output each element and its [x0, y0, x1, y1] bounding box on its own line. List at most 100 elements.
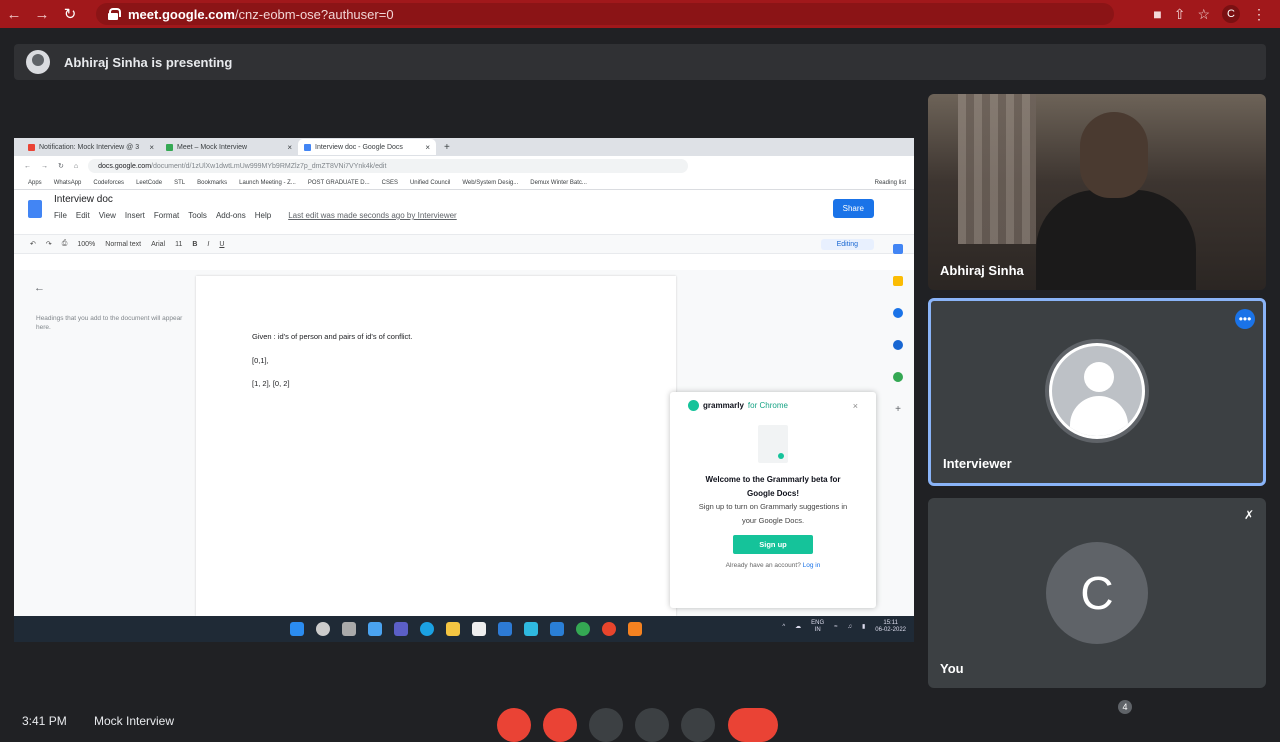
language-indicator: ENG IN	[811, 620, 824, 634]
doc-page: Given : id's of person and pairs of id's…	[196, 276, 676, 616]
close-icon: ×	[149, 142, 154, 152]
last-edit-text: Last edit was made seconds ago by Interv…	[288, 211, 457, 220]
tab-label: Meet – Mock Interview	[177, 143, 248, 151]
tasks-icon	[893, 308, 903, 318]
lang-text: ENG	[811, 620, 825, 626]
close-icon: ×	[425, 142, 430, 152]
home-icon: ⌂	[73, 162, 79, 170]
share-icon[interactable]: ⇧	[1174, 6, 1186, 23]
address-bar[interactable]: meet.google.com/cnz-eobm-ose?authuser=0	[96, 3, 1114, 25]
grammarly-login: Already have an account? Log in	[670, 562, 876, 569]
sublime-icon	[628, 622, 642, 636]
participant-tile-you[interactable]: ✗ C You	[928, 498, 1266, 688]
doc-toolbar: ↶ ↷ ⎙ 100% Normal text Arial 11 B I U Ed…	[14, 234, 914, 254]
present-button[interactable]	[635, 708, 669, 742]
shared-url-path: /document/d/1zUlXw1dwtLmUw999MYb9RMZlz7p…	[151, 162, 387, 170]
doc-menu: File Edit View Insert Format Tools Add-o…	[54, 211, 457, 220]
outline-back-icon: ←	[34, 282, 45, 294]
doc-line: [1, 2], [0, 2]	[252, 379, 290, 388]
edge-icon	[420, 622, 434, 636]
keep-icon	[893, 276, 903, 286]
print-icon: ⎙	[61, 240, 68, 247]
participant-name: You	[940, 661, 964, 676]
region-text: IN	[814, 627, 821, 634]
tab-label: Notification: Mock Interview @ 3	[39, 143, 140, 151]
doc-line: [0,1],	[252, 356, 269, 365]
teams-icon	[394, 622, 408, 636]
bookmark: LeetCode	[136, 179, 163, 186]
undo-icon: ↶	[30, 241, 36, 248]
bold-icon: B	[192, 240, 198, 248]
editing-mode: Editing	[820, 238, 874, 250]
docs-logo-icon	[28, 200, 42, 218]
menu-icon[interactable]: ⋮	[1252, 6, 1266, 23]
leave-call-button[interactable]	[728, 708, 778, 742]
windows-taskbar: ^ ☁ ENG IN ≈ ♫ ▮ 15:11 06-02-2022	[14, 616, 914, 642]
login-link: Log in	[802, 562, 821, 570]
mail-icon	[498, 622, 512, 636]
document-icon	[758, 425, 788, 463]
forward-icon[interactable]: →	[28, 6, 56, 23]
more-options-button[interactable]	[681, 708, 715, 742]
search-icon	[316, 622, 330, 636]
calendar-icon	[893, 244, 903, 254]
tab-label: Interview doc - Google Docs	[315, 143, 403, 151]
docs-side-rail: +	[890, 244, 906, 415]
bookmark: CSES	[381, 179, 398, 186]
app-icon	[524, 622, 538, 636]
taskbar-icons	[290, 622, 642, 636]
presenting-text: Abhiraj Sinha is presenting	[64, 54, 233, 70]
presenter-avatar	[26, 50, 50, 74]
font-select: Arial	[151, 240, 166, 248]
more-options-button[interactable]: •••	[1235, 309, 1255, 329]
back-icon[interactable]: ←	[0, 6, 28, 23]
doc-menu-item: File	[54, 211, 67, 220]
profile-avatar[interactable]: C	[1222, 5, 1240, 23]
shared-tab: Meet – Mock Interview ×	[160, 139, 298, 155]
participant-video	[1036, 190, 1196, 290]
url-path: /cnz-eobm-ose?authuser=0	[234, 6, 394, 22]
system-tray: ^ ☁ ENG IN ≈ ♫ ▮ 15:11 06-02-2022	[782, 620, 906, 634]
grammarly-popup: grammarly for Chrome × Welcome to the Gr…	[670, 392, 876, 608]
participant-name: Interviewer	[943, 456, 1012, 471]
camera-icon[interactable]: ■	[1153, 6, 1161, 22]
captions-button[interactable]	[589, 708, 623, 742]
vscode-icon	[550, 622, 564, 636]
bookmark: Codeforces	[93, 179, 125, 186]
participant-tile-interviewer[interactable]: ••• Interviewer	[928, 298, 1266, 486]
bookmark: Launch Meeting - Z...	[239, 179, 296, 186]
mic-toggle-button[interactable]	[497, 708, 531, 742]
camera-toggle-button[interactable]	[543, 708, 577, 742]
shared-address-row: ← → ↻ ⌂ docs.google.com/document/d/1zUlX…	[14, 156, 914, 176]
taskview-icon	[342, 622, 356, 636]
outline-hint: Headings that you add to the document wi…	[36, 315, 183, 332]
volume-icon: ♫	[847, 623, 852, 630]
meeting-time: 3:41 PM	[22, 714, 67, 728]
grammarly-brand: grammarly	[703, 401, 744, 410]
chrome-icon	[576, 622, 590, 636]
doc-menu-item: Add-ons	[215, 211, 246, 220]
close-icon: ×	[287, 142, 292, 152]
bookmark: Reading list	[874, 179, 906, 186]
bookmark: Apps	[28, 179, 42, 186]
grammarly-logo-icon	[688, 400, 699, 411]
style-select: Normal text	[105, 240, 142, 248]
bookmark: Demux Winter Batc...	[530, 179, 587, 186]
grammarly-header: grammarly for Chrome ×	[670, 392, 876, 419]
doc-menu-item: Tools	[188, 211, 207, 220]
battery-icon: ▮	[861, 623, 866, 630]
bookmark-star-icon[interactable]: ☆	[1197, 6, 1210, 23]
participant-name: Abhiraj Sinha	[940, 263, 1024, 278]
underline-icon: U	[219, 240, 225, 248]
login-prompt: Already have an account?	[725, 562, 801, 570]
clock-time: 15:11	[883, 620, 898, 626]
ruler	[14, 254, 914, 262]
shared-tab: Notification: Mock Interview @ 3 ×	[22, 139, 160, 155]
participant-count-badge: 4	[1118, 700, 1132, 714]
url-host: meet.google.com	[128, 6, 235, 22]
participant-tile-abhiraj[interactable]: Abhiraj Sinha	[928, 94, 1266, 290]
meet-control-bar: 3:41 PM Mock Interview 4	[0, 700, 1280, 742]
lock-icon	[108, 8, 121, 20]
reload-icon[interactable]: ↻	[56, 5, 84, 23]
presenting-banner: Abhiraj Sinha is presenting	[14, 44, 1266, 80]
